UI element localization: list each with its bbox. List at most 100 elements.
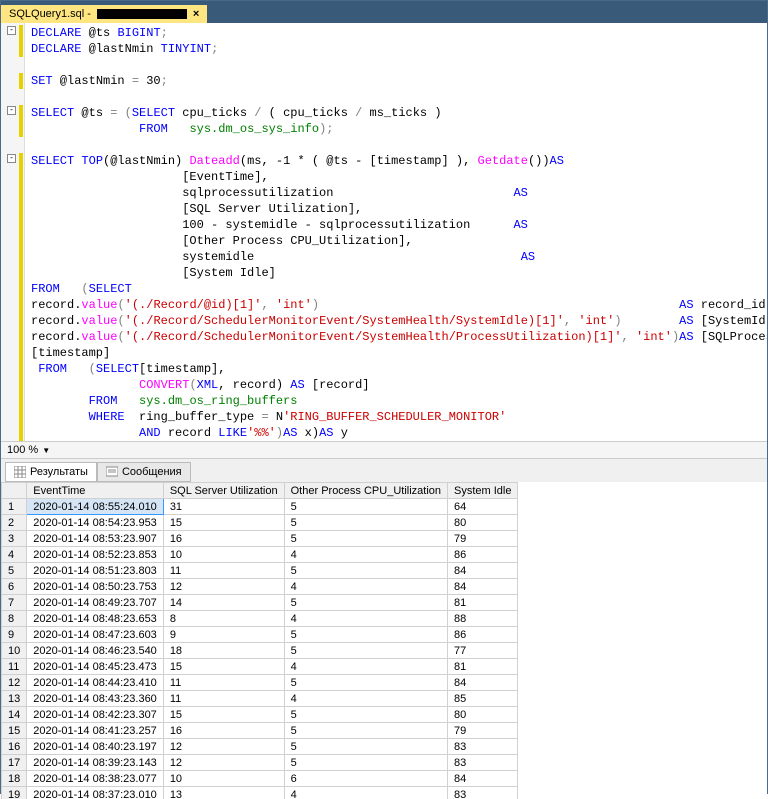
cell[interactable]: 15: [163, 659, 284, 675]
cell[interactable]: 83: [448, 787, 518, 799]
cell[interactable]: 15: [163, 515, 284, 531]
rownum-cell[interactable]: 9: [2, 627, 27, 643]
results-grid[interactable]: EventTimeSQL Server UtilizationOther Pro…: [1, 482, 518, 799]
cell[interactable]: 31: [163, 499, 284, 515]
cell[interactable]: 10: [163, 547, 284, 563]
cell[interactable]: 4: [284, 691, 447, 707]
cell[interactable]: 5: [284, 515, 447, 531]
close-icon[interactable]: ×: [193, 8, 199, 20]
rownum-cell[interactable]: 2: [2, 515, 27, 531]
cell[interactable]: 2020-01-14 08:49:23.707: [27, 595, 164, 611]
cell[interactable]: 84: [448, 579, 518, 595]
code-content[interactable]: DECLARE @ts BIGINT; DECLARE @lastNmin TI…: [25, 23, 767, 441]
rownum-cell[interactable]: 7: [2, 595, 27, 611]
cell[interactable]: 84: [448, 675, 518, 691]
code-editor[interactable]: - - - DECLARE @ts BIGINT; DECLARE @lastN…: [1, 23, 767, 441]
column-header[interactable]: EventTime: [27, 483, 164, 499]
cell[interactable]: 80: [448, 515, 518, 531]
table-row[interactable]: 182020-01-14 08:38:23.07710684: [2, 771, 518, 787]
cell[interactable]: 85: [448, 691, 518, 707]
rownum-cell[interactable]: 16: [2, 739, 27, 755]
cell[interactable]: 81: [448, 659, 518, 675]
cell[interactable]: 64: [448, 499, 518, 515]
cell[interactable]: 4: [284, 547, 447, 563]
cell[interactable]: 5: [284, 675, 447, 691]
file-tab[interactable]: SQLQuery1.sql - ×: [1, 5, 207, 23]
cell[interactable]: 2020-01-14 08:43:23.360: [27, 691, 164, 707]
table-row[interactable]: 102020-01-14 08:46:23.54018577: [2, 643, 518, 659]
cell[interactable]: 5: [284, 643, 447, 659]
cell[interactable]: 77: [448, 643, 518, 659]
cell[interactable]: 10: [163, 771, 284, 787]
results-grid-wrap[interactable]: EventTimeSQL Server UtilizationOther Pro…: [1, 482, 767, 799]
cell[interactable]: 2020-01-14 08:54:23.953: [27, 515, 164, 531]
rownum-cell[interactable]: 10: [2, 643, 27, 659]
table-row[interactable]: 42020-01-14 08:52:23.85310486: [2, 547, 518, 563]
cell[interactable]: 12: [163, 739, 284, 755]
cell[interactable]: 83: [448, 739, 518, 755]
rownum-cell[interactable]: 14: [2, 707, 27, 723]
rownum-cell[interactable]: 17: [2, 755, 27, 771]
cell[interactable]: 2020-01-14 08:50:23.753: [27, 579, 164, 595]
cell[interactable]: 16: [163, 723, 284, 739]
cell[interactable]: 15: [163, 707, 284, 723]
cell[interactable]: 84: [448, 771, 518, 787]
cell[interactable]: 2020-01-14 08:41:23.257: [27, 723, 164, 739]
table-row[interactable]: 192020-01-14 08:37:23.01013483: [2, 787, 518, 799]
cell[interactable]: 4: [284, 579, 447, 595]
cell[interactable]: 18: [163, 643, 284, 659]
cell[interactable]: 5: [284, 755, 447, 771]
table-row[interactable]: 12020-01-14 08:55:24.01031564: [2, 499, 518, 515]
cell[interactable]: 4: [284, 787, 447, 799]
cell[interactable]: 2020-01-14 08:52:23.853: [27, 547, 164, 563]
cell[interactable]: 83: [448, 755, 518, 771]
table-row[interactable]: 132020-01-14 08:43:23.36011485: [2, 691, 518, 707]
rownum-cell[interactable]: 11: [2, 659, 27, 675]
table-row[interactable]: 162020-01-14 08:40:23.19712583: [2, 739, 518, 755]
table-row[interactable]: 32020-01-14 08:53:23.90716579: [2, 531, 518, 547]
cell[interactable]: 2020-01-14 08:38:23.077: [27, 771, 164, 787]
cell[interactable]: 88: [448, 611, 518, 627]
rownum-cell[interactable]: 4: [2, 547, 27, 563]
cell[interactable]: 5: [284, 531, 447, 547]
cell[interactable]: 11: [163, 563, 284, 579]
table-row[interactable]: 72020-01-14 08:49:23.70714581: [2, 595, 518, 611]
table-row[interactable]: 172020-01-14 08:39:23.14312583: [2, 755, 518, 771]
rownum-cell[interactable]: 3: [2, 531, 27, 547]
table-row[interactable]: 122020-01-14 08:44:23.41011584: [2, 675, 518, 691]
table-row[interactable]: 92020-01-14 08:47:23.6039586: [2, 627, 518, 643]
collapse-toggle[interactable]: -: [7, 106, 16, 115]
column-header[interactable]: System Idle: [448, 483, 518, 499]
rownum-cell[interactable]: 18: [2, 771, 27, 787]
cell[interactable]: 2020-01-14 08:45:23.473: [27, 659, 164, 675]
cell[interactable]: 2020-01-14 08:44:23.410: [27, 675, 164, 691]
cell[interactable]: 81: [448, 595, 518, 611]
rownum-cell[interactable]: 15: [2, 723, 27, 739]
cell[interactable]: 11: [163, 691, 284, 707]
cell[interactable]: 2020-01-14 08:48:23.653: [27, 611, 164, 627]
cell[interactable]: 4: [284, 611, 447, 627]
column-header[interactable]: Other Process CPU_Utilization: [284, 483, 447, 499]
cell[interactable]: 12: [163, 755, 284, 771]
cell[interactable]: 4: [284, 659, 447, 675]
cell[interactable]: 79: [448, 531, 518, 547]
cell[interactable]: 5: [284, 627, 447, 643]
zoom-dropdown-icon[interactable]: ▼: [42, 446, 50, 455]
cell[interactable]: 5: [284, 723, 447, 739]
tab-results[interactable]: Результаты: [5, 462, 97, 482]
rownum-cell[interactable]: 5: [2, 563, 27, 579]
table-row[interactable]: 22020-01-14 08:54:23.95315580: [2, 515, 518, 531]
rownum-cell[interactable]: 6: [2, 579, 27, 595]
rownum-cell[interactable]: 19: [2, 787, 27, 799]
cell[interactable]: 84: [448, 563, 518, 579]
cell[interactable]: 2020-01-14 08:53:23.907: [27, 531, 164, 547]
cell[interactable]: 11: [163, 675, 284, 691]
rownum-cell[interactable]: 8: [2, 611, 27, 627]
tab-messages[interactable]: Сообщения: [97, 462, 191, 482]
cell[interactable]: 2020-01-14 08:37:23.010: [27, 787, 164, 799]
cell[interactable]: 6: [284, 771, 447, 787]
cell[interactable]: 2020-01-14 08:39:23.143: [27, 755, 164, 771]
table-row[interactable]: 152020-01-14 08:41:23.25716579: [2, 723, 518, 739]
table-row[interactable]: 112020-01-14 08:45:23.47315481: [2, 659, 518, 675]
cell[interactable]: 5: [284, 563, 447, 579]
